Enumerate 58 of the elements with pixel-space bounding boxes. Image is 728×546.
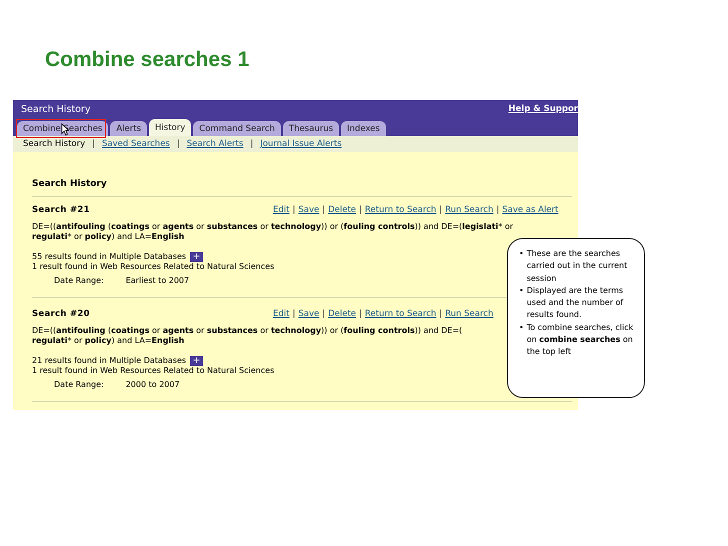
tab[interactable]: History [149, 119, 192, 136]
separator: | [439, 309, 442, 319]
help-link[interactable]: Help & Suppor [508, 104, 578, 114]
separator: | [359, 309, 362, 319]
action-link[interactable]: Save as Alert [502, 205, 558, 215]
query-text: DE=((antifouling (coatings or agents or substances or technology)) or (fouling controls)) and DE=( [32, 326, 462, 336]
date-label: Date Range: [54, 276, 104, 285]
bullet: • [519, 284, 524, 297]
action-link[interactable]: Delete [328, 309, 356, 319]
expand-button[interactable]: + [190, 356, 204, 366]
date-label: Date Range: [54, 380, 104, 389]
action-link[interactable]: Delete [328, 205, 356, 215]
callout-text: To combine searches, click on combine searches on the top left [526, 322, 634, 358]
result-count: 55 results found in Multiple Databases [32, 252, 186, 262]
action-link[interactable]: Save [298, 205, 320, 215]
tab[interactable]: Thesaurus [282, 121, 340, 136]
separator: | [92, 139, 96, 149]
result-count: 1 result found in Web Resources Related to Natural Sciences [32, 262, 274, 272]
subnav-link[interactable]: Search History [23, 139, 86, 149]
action-link[interactable]: Edit [273, 309, 290, 319]
action-link[interactable]: Edit [273, 205, 290, 215]
result-count: 1 result found in Web Resources Related to Natural Sciences [32, 366, 274, 376]
subnav-link[interactable]: Saved Searches [102, 139, 170, 149]
action-link[interactable]: Run Search [445, 205, 494, 215]
result-count: 21 results found in Multiple Databases [32, 356, 186, 366]
search-title: Search #21 [32, 205, 91, 215]
section-title: Search History [32, 179, 572, 197]
page-title: Search History [21, 104, 90, 114]
separator: | [439, 205, 442, 215]
date-value: Earliest to 2007 [126, 276, 190, 285]
action-link[interactable]: Save [298, 309, 320, 319]
tab[interactable]: Command Search [193, 121, 281, 136]
action-link[interactable]: Run Search [445, 309, 494, 319]
bullet: • [519, 322, 524, 334]
tab[interactable]: Indexes [341, 121, 386, 136]
query-text: DE=((antifouling (coatings or agents or substances or technology)) or (fouling controls)) and DE=(legislati* or [32, 222, 514, 232]
callout-text: These are the searches carried out in the current session [526, 248, 628, 285]
tab[interactable]: Alerts [110, 121, 148, 136]
date-value: 2000 to 2007 [126, 380, 180, 389]
separator: | [322, 309, 326, 319]
action-link[interactable]: Return to Search [364, 205, 436, 215]
search-title: Search #20 [32, 309, 91, 319]
expand-button[interactable]: + [190, 252, 204, 262]
separator: | [496, 205, 500, 215]
callout-text: Displayed are the terms used and the number of results found. [526, 284, 624, 322]
subnav-link[interactable]: Search Alerts [186, 139, 244, 149]
separator: | [359, 205, 362, 215]
slide-title: Combine searches 1 [44, 47, 250, 73]
action-link[interactable]: Return to Search [364, 309, 436, 319]
separator: | [176, 139, 180, 149]
bullet: • [519, 248, 524, 260]
query-text: regulati* or policy) and LA=English [32, 232, 184, 242]
separator: | [292, 205, 296, 215]
subnav-link[interactable]: Journal Issue Alerts [260, 139, 342, 149]
separator: | [292, 309, 296, 319]
separator: | [250, 139, 254, 149]
separator: | [322, 205, 326, 215]
query-text: regulati* or policy) and LA=English [32, 336, 184, 346]
